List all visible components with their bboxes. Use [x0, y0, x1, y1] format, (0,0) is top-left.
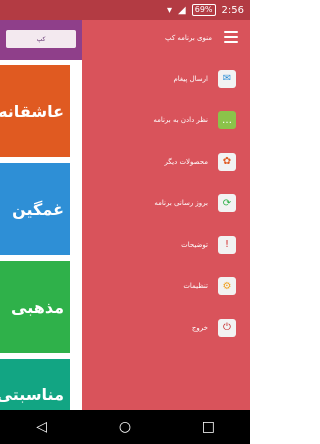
gear-icon: ⚙: [218, 277, 236, 296]
tile-label: عاشقانه: [0, 101, 64, 121]
signal-icon: ◢: [178, 4, 186, 16]
wifi-icon: ▾: [167, 4, 173, 16]
category-tile-religious[interactable]: مذهبی: [0, 261, 70, 353]
menu-item-description[interactable]: توضیحات !: [82, 224, 250, 266]
menu-item-label: محصولات دیگر: [164, 157, 208, 166]
power-icon: ⏻: [218, 318, 236, 337]
app-logo: کپ: [6, 30, 76, 48]
menu-item-update-app[interactable]: بروز رسانی برنامه ⟳: [82, 183, 250, 225]
tile-label: مذهبی: [11, 297, 64, 317]
back-icon[interactable]: ◁: [31, 416, 53, 438]
menu-item-label: توضیحات: [181, 240, 208, 249]
category-tile-sad[interactable]: غمگین: [0, 163, 70, 255]
refresh-icon: ⟳: [218, 194, 236, 213]
main-content: کپ عاشقانه غمگین مذهبی مناسبتی: [0, 20, 82, 410]
menu-item-exit[interactable]: خروج ⏻: [82, 307, 250, 349]
hamburger-menu-icon[interactable]: [224, 31, 238, 43]
battery-icon: 69%: [191, 4, 216, 16]
menu-item-label: خروج: [191, 323, 208, 332]
mail-icon: ✉: [218, 69, 236, 88]
menu-item-label: ارسال پیغام: [173, 74, 208, 83]
recents-icon[interactable]: □: [197, 416, 219, 438]
apps-icon: ✿: [218, 152, 236, 171]
warning-icon: !: [218, 235, 236, 254]
tile-label: غمگین: [12, 199, 64, 219]
menu-item-label: بروز رسانی برنامه: [154, 199, 208, 208]
system-nav-bar: ◁ ○ □: [0, 410, 250, 444]
menu-item-other-products[interactable]: محصولات دیگر ✿: [82, 141, 250, 183]
menu-item-settings[interactable]: تنظیمات ⚙: [82, 266, 250, 308]
drawer-title: منوی برنامه کپ: [164, 33, 212, 42]
category-tile-occasion[interactable]: مناسبتی: [0, 359, 70, 410]
menu-item-label: نظر دادن به برنامه: [153, 116, 208, 125]
chat-icon: …: [218, 111, 236, 130]
category-tile-love[interactable]: عاشقانه: [0, 65, 70, 157]
navigation-drawer: منوی برنامه کپ ارسال پیغام ✉ نظر دادن به…: [82, 20, 250, 410]
home-icon[interactable]: ○: [114, 416, 136, 438]
drawer-menu: ارسال پیغام ✉ نظر دادن به برنامه … محصول…: [82, 58, 250, 349]
menu-item-send-message[interactable]: ارسال پیغام ✉: [82, 58, 250, 100]
menu-item-label: تنظیمات: [183, 282, 208, 291]
status-time: 2:56: [221, 4, 244, 16]
app-bar: کپ: [0, 20, 82, 60]
menu-item-rate-app[interactable]: نظر دادن به برنامه …: [82, 100, 250, 142]
status-bar: ▾ ◢ 69% 2:56: [0, 0, 250, 20]
tile-label: مناسبتی: [0, 384, 64, 404]
